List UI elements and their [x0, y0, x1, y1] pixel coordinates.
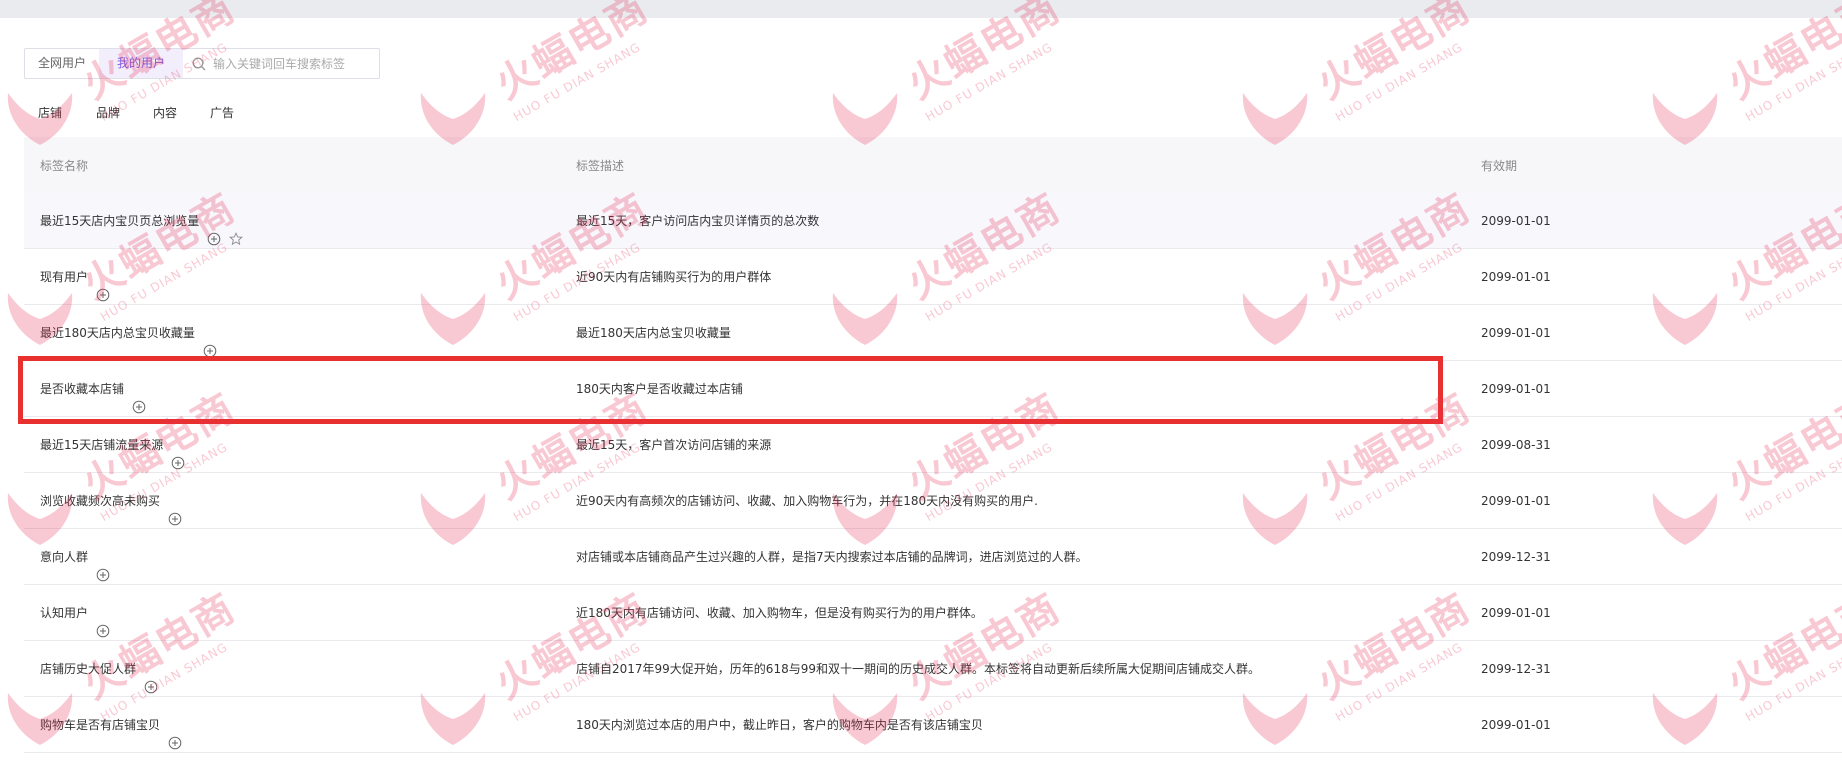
tag-name: 最近15天店铺流量来源 [40, 438, 164, 452]
tag-name-cell: 认知用户 [40, 585, 110, 641]
table-row[interactable]: 认知用户 近180天内有店铺访问、收藏、加入购物车，但是没有购买行为的用户群体。 2… [24, 585, 1842, 641]
star-outline-icon[interactable] [229, 214, 244, 246]
tag-description: 对店铺或本店铺商品产生过兴趣的人群，是指7天内搜索过本店铺的品牌词，进店浏览过的… [576, 550, 1088, 564]
plus-circle-icon[interactable] [144, 662, 158, 694]
table-row[interactable]: 最近15天店内宝贝页总浏览量 最近15天，客户访问店内宝贝详情页的总次数 2099-… [24, 193, 1842, 249]
tab-content[interactable]: 内容 [153, 104, 177, 121]
tag-name: 最近15天店内宝贝页总浏览量 [40, 214, 200, 228]
column-header-validity: 有效期 [1481, 159, 1518, 173]
tag-name: 现有用户 [40, 270, 89, 284]
tag-validity-date: 2099-01-01 [1481, 214, 1551, 228]
tag-description: 180天内客户是否收藏过本店铺 [576, 382, 743, 396]
plus-circle-icon[interactable] [203, 326, 217, 358]
plus-circle-icon[interactable] [207, 214, 221, 246]
tag-name: 店铺历史大促人群 [40, 662, 137, 676]
plus-circle-icon[interactable] [168, 494, 182, 526]
tag-name-cell: 店铺历史大促人群 [40, 641, 158, 697]
plus-circle-icon[interactable] [96, 550, 110, 582]
plus-circle-icon[interactable] [168, 718, 182, 750]
watermark-subtext: HUO FU DIAN SHANG [1333, 39, 1466, 125]
tag-validity-date: 2099-01-01 [1481, 326, 1551, 340]
tag-validity-date: 2099-01-01 [1481, 382, 1551, 396]
tag-name: 认知用户 [40, 606, 89, 620]
scope-all-users-button[interactable]: 全网用户 [25, 49, 99, 78]
tag-validity-date: 2099-12-31 [1481, 662, 1551, 676]
tag-description: 近180天内有店铺访问、收藏、加入购物车，但是没有购买行为的用户群体。 [576, 606, 983, 620]
tag-validity-date: 2099-12-31 [1481, 550, 1551, 564]
tag-validity-date: 2099-01-01 [1481, 270, 1551, 284]
tag-validity-date: 2099-08-31 [1481, 438, 1551, 452]
column-header-description: 标签描述 [576, 159, 625, 173]
tab-ads[interactable]: 广告 [210, 104, 234, 121]
tag-description: 最近15天，客户访问店内宝贝详情页的总次数 [576, 214, 820, 228]
table-row[interactable]: 最近15天店铺流量来源 最近15天，客户首次访问店铺的来源 2099-08-31 [24, 417, 1842, 473]
table-row[interactable]: 浏览收藏频次高未购买 近90天内有高频次的店铺访问、收藏、加入购物车行为，并在18… [24, 473, 1842, 529]
plus-circle-icon[interactable] [96, 606, 110, 638]
tag-name: 意向人群 [40, 550, 89, 564]
plus-circle-icon[interactable] [132, 382, 146, 414]
watermark-subtext: HUO FU DIAN SHANG [511, 39, 644, 125]
scope-my-users-button[interactable]: 我的用户 [99, 49, 183, 78]
tag-description: 近90天内有店铺购买行为的用户群体 [576, 270, 772, 284]
table-row[interactable]: 购物车是否有店铺宝贝 180天内浏览过本店的用户中，截止昨日，客户的购物车内是否有… [24, 697, 1842, 753]
scope-toggle-group: 全网用户 我的用户 [24, 48, 380, 79]
tag-name: 是否收藏本店铺 [40, 382, 125, 396]
top-bar [0, 0, 1842, 18]
table-row[interactable]: 最近180天店内总宝贝收藏量 最近180天店内总宝贝收藏量 2099-01-01 [24, 305, 1842, 361]
tab-brand[interactable]: 品牌 [96, 104, 120, 121]
plus-circle-icon[interactable] [171, 438, 185, 470]
tag-description: 180天内浏览过本店的用户中，截止昨日，客户的购物车内是否有该店铺宝贝 [576, 718, 983, 732]
table-row[interactable]: 是否收藏本店铺 180天内客户是否收藏过本店铺 2099-01-01 [24, 361, 1842, 417]
tag-name-cell: 购物车是否有店铺宝贝 [40, 697, 182, 753]
tag-name-cell: 浏览收藏频次高未购买 [40, 473, 182, 529]
plus-circle-icon[interactable] [96, 270, 110, 302]
tag-name-cell: 最近180天店内总宝贝收藏量 [40, 305, 217, 361]
tag-name-cell: 是否收藏本店铺 [40, 361, 146, 417]
table-row[interactable]: 现有用户 近90天内有店铺购买行为的用户群体 2099-01-01 [24, 249, 1842, 305]
tag-validity-date: 2099-01-01 [1481, 606, 1551, 620]
tag-name: 购物车是否有店铺宝贝 [40, 718, 161, 732]
tag-name-cell: 最近15天店铺流量来源 [40, 417, 185, 473]
table-row[interactable]: 意向人群 对店铺或本店铺商品产生过兴趣的人群，是指7天内搜索过本店铺的品牌词，进店… [24, 529, 1842, 585]
tag-description: 最近15天，客户首次访问店铺的来源 [576, 438, 772, 452]
tab-store[interactable]: 店铺 [38, 104, 62, 121]
table-header: 标签名称 标签描述 有效期 [24, 137, 1842, 193]
tag-search-input[interactable] [213, 52, 373, 75]
tag-name-cell: 最近15天店内宝贝页总浏览量 [40, 193, 244, 249]
tag-description: 店铺自2017年99大促开始，历年的618与99和双十一期间的历史成交人群。本标… [576, 662, 1260, 676]
search-icon [191, 56, 207, 72]
watermark-subtext: HUO FU DIAN SHANG [1743, 39, 1842, 125]
tag-name-cell: 意向人群 [40, 529, 110, 585]
table-row[interactable]: 店铺历史大促人群 店铺自2017年99大促开始，历年的618与99和双十一期间的历… [24, 641, 1842, 697]
tag-name: 最近180天店内总宝贝收藏量 [40, 326, 195, 340]
tag-description: 最近180天店内总宝贝收藏量 [576, 326, 731, 340]
tag-name-cell: 现有用户 [40, 249, 110, 305]
tag-validity-date: 2099-01-01 [1481, 494, 1551, 508]
tag-validity-date: 2099-01-01 [1481, 718, 1551, 732]
column-header-name: 标签名称 [40, 159, 89, 173]
tag-description: 近90天内有高频次的店铺访问、收藏、加入购物车行为，并在180天内没有购买的用户… [576, 494, 1038, 508]
tag-name: 浏览收藏频次高未购买 [40, 494, 161, 508]
watermark-subtext: HUO FU DIAN SHANG [923, 39, 1056, 125]
